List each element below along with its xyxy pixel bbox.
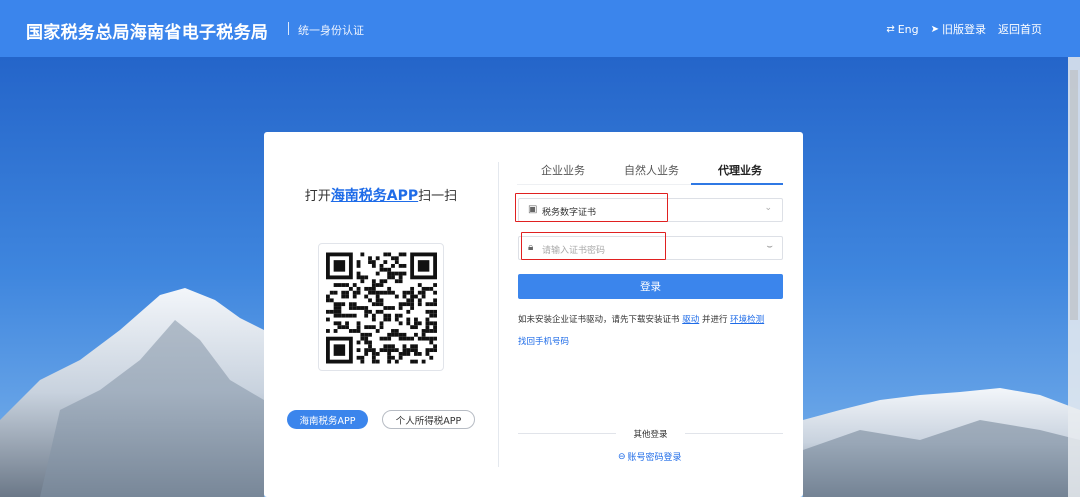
personal-income-tax-app-button[interactable]: 个人所得税APP	[382, 410, 475, 429]
driver-note-mid: 并进行	[701, 315, 728, 325]
login-card: 打开海南税务APP扫一扫 海南税务APP 个人所得税APP 企业业务 自然人业务…	[264, 132, 803, 497]
scan-title: 打开海南税务APP扫一扫	[264, 185, 498, 205]
old-version-label: 旧版登录	[942, 23, 986, 36]
tab-individual[interactable]: 自然人业务	[624, 162, 679, 178]
chevron-down-icon: ⌄	[764, 203, 772, 213]
driver-download-link[interactable]: 驱动	[682, 315, 699, 325]
language-switch-link[interactable]: ⇄ Eng	[886, 21, 918, 37]
language-label: Eng	[897, 22, 919, 36]
qr-code-image	[326, 252, 437, 364]
other-login-label: 其他登录	[633, 430, 668, 440]
back-home-label: 返回首页	[998, 23, 1042, 36]
scan-suffix: 扫一扫	[418, 189, 458, 204]
certificate-password-input[interactable]: 🔒︎ 请输入证书密码 ⌣	[518, 236, 783, 260]
eye-hidden-icon[interactable]: ⌣	[766, 241, 773, 252]
environment-check-link[interactable]: 环境检测	[730, 315, 764, 325]
certificate-select[interactable]: ▣ 税务数字证书 ⌄	[518, 198, 783, 222]
top-header: 国家税务总局海南省电子税务局 统一身份认证 ⇄ Eng ➤ 旧版登录 返回首页	[0, 0, 1080, 57]
title-divider	[288, 22, 289, 35]
other-login-divider: 其他登录	[518, 428, 783, 440]
password-placeholder: 请输入证书密码	[542, 246, 606, 256]
tab-agency[interactable]: 代理业务	[718, 162, 762, 178]
lock-icon: 🔒︎	[528, 242, 534, 253]
driver-note: 如未安装企业证书驱动，请先下载安装证书 驱动 并进行 环境检测	[518, 313, 764, 325]
driver-note-text: 如未安装企业证书驱动，请先下载安装证书	[518, 315, 680, 325]
account-login-label: 账号密码登录	[627, 453, 682, 463]
qr-code	[318, 243, 444, 371]
translate-icon: ⇄	[886, 23, 895, 35]
user-lock-icon: ⊖	[618, 451, 626, 462]
site-title: 国家税务总局海南省电子税务局	[26, 23, 269, 43]
site-subtitle: 统一身份认证	[298, 24, 364, 37]
login-tabs: 企业业务 自然人业务 代理业务	[517, 156, 783, 186]
scan-prefix: 打开	[304, 189, 331, 204]
old-version-login-link[interactable]: ➤ 旧版登录	[931, 21, 986, 37]
find-phone-link[interactable]: 找回手机号码	[518, 335, 569, 347]
divider-line-right	[685, 433, 783, 434]
account-password-login-link[interactable]: ⊖ 账号密码登录	[618, 450, 682, 464]
back-home-link[interactable]: 返回首页	[998, 21, 1042, 37]
id-card-icon: ▣	[528, 204, 538, 215]
card-divider	[498, 162, 499, 467]
hainan-tax-app-button[interactable]: 海南税务APP	[287, 410, 368, 429]
tab-enterprise[interactable]: 企业业务	[541, 162, 585, 178]
send-icon: ➤	[930, 23, 939, 35]
login-button[interactable]: 登录	[518, 274, 783, 299]
scan-app-name: 海南税务APP	[330, 188, 419, 204]
certificate-select-value: 税务数字证书	[542, 208, 597, 218]
active-tab-indicator	[691, 183, 783, 185]
header-links: ⇄ Eng ➤ 旧版登录 返回首页	[886, 21, 1042, 37]
